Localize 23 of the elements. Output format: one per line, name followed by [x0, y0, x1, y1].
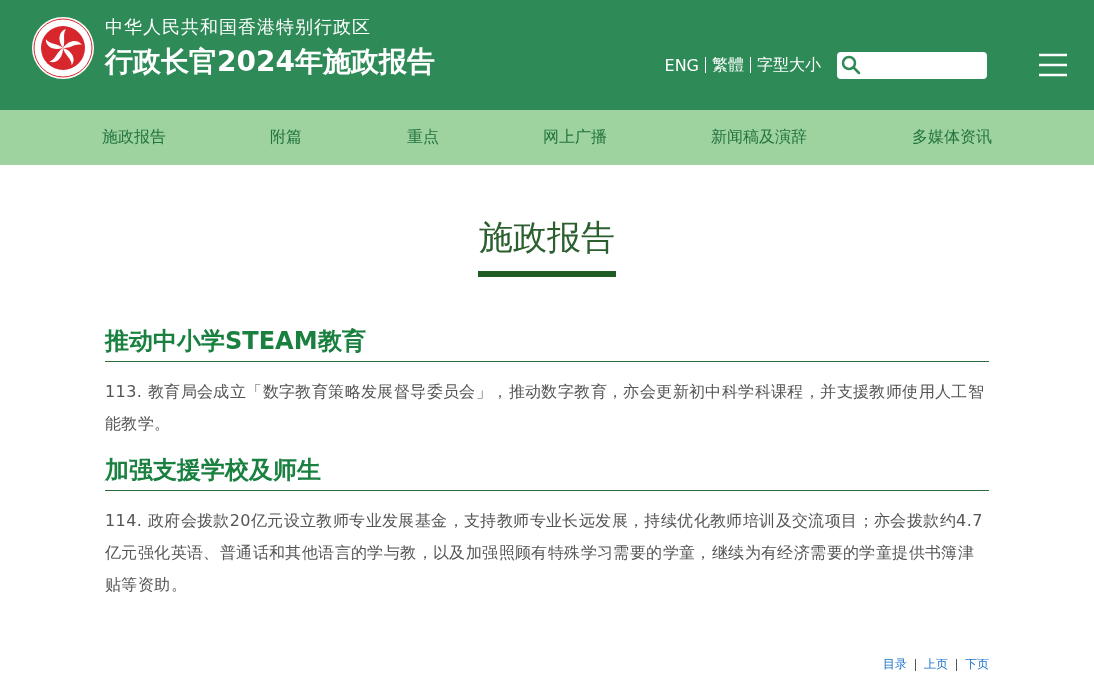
pager-link[interactable]: 下页	[957, 656, 989, 673]
header-link[interactable]: 字型大小	[751, 54, 827, 76]
region-name: 中华人民共和国香港特别行政区	[105, 15, 372, 39]
page-title: 施政报告	[478, 216, 616, 259]
section-heading: 推动中小学STEAM教育	[105, 325, 989, 362]
nav-link[interactable]: 多媒体资讯	[911, 127, 992, 148]
nav-link[interactable]: 网上广播	[543, 127, 608, 148]
nav-link[interactable]: 新闻稿及演辞	[711, 127, 808, 148]
pager-link[interactable]: 上页	[916, 656, 956, 673]
site-title: 行政长官2024年施政报告	[105, 44, 435, 80]
nav-link[interactable]: 附篇	[270, 127, 303, 148]
nav-link[interactable]: 重点	[406, 127, 439, 148]
section-heading: 加强支援学校及师生	[105, 454, 989, 491]
search-icon	[841, 55, 861, 75]
paragraph: 113. 教育局会成立「数字教育策略发展督导委员会」，推动数字教育，亦会更新初中科学科课程，并支援教师使用人工智能教学。	[105, 381, 986, 435]
search-field[interactable]	[837, 51, 987, 79]
header-link[interactable]: 繁體	[706, 54, 750, 76]
menu-icon[interactable]	[1039, 53, 1067, 77]
nav-link[interactable]: 施政报告	[102, 127, 167, 148]
header-link[interactable]: ENG	[658, 55, 705, 75]
paragraph: 114. 政府会拨款20亿元设立教师专业发展基金，支持教师专业长远发展，持续优化教师培训及交流项目；亦会拨款约4.7亿元强化英语、普通话和其他语言的学与教，以及加强照顾有特殊学习需要的学童，继续为有经济需要的学童提供书簿津贴等资助。	[105, 510, 984, 596]
pager-link[interactable]: 目录	[875, 656, 915, 673]
emblem-icon	[31, 16, 95, 80]
